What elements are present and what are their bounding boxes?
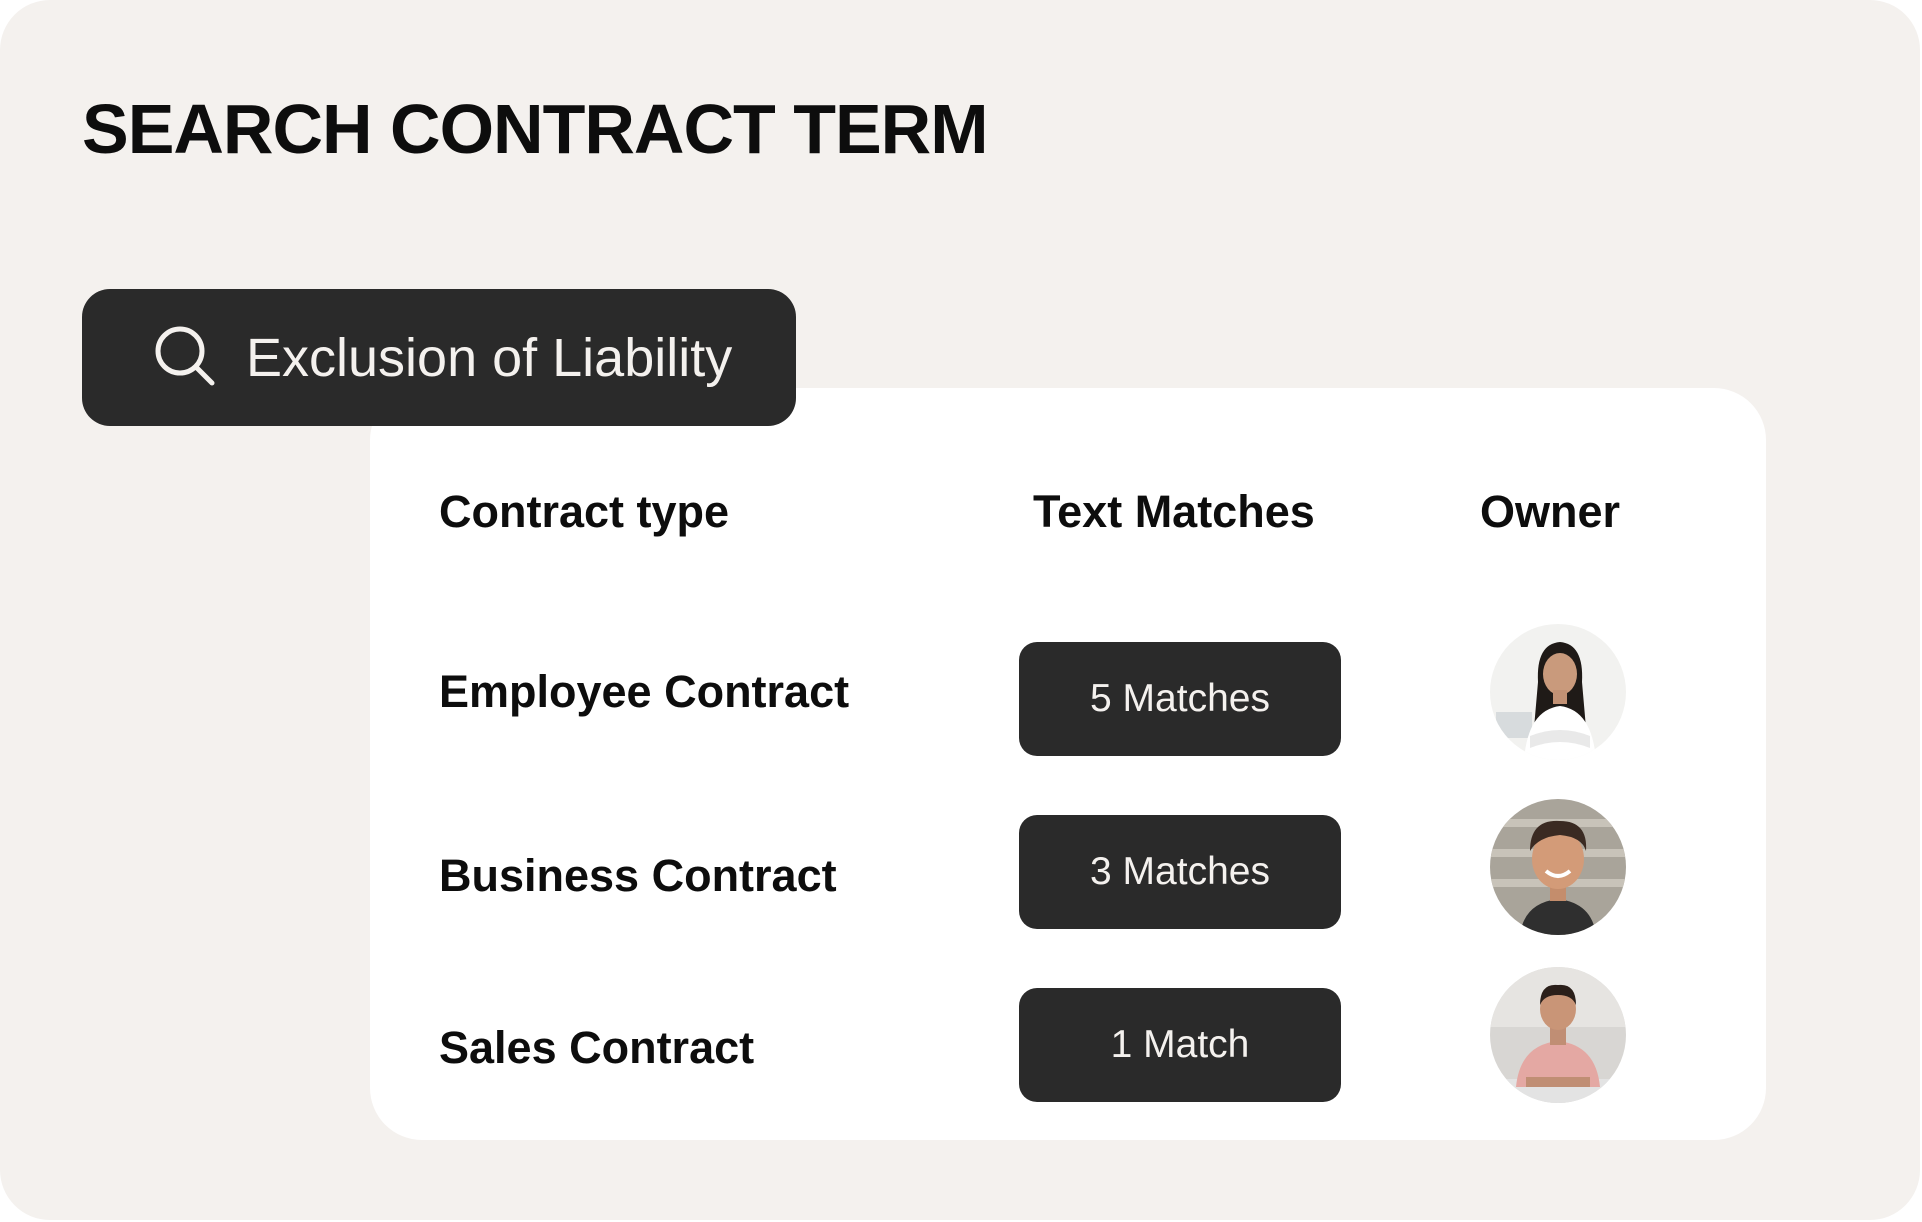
column-header-contract-type: Contract type xyxy=(439,486,730,537)
search-query[interactable]: Exclusion of Liability xyxy=(246,289,732,426)
column-header-text-matches: Text Matches xyxy=(1033,486,1315,537)
woman-avatar-icon xyxy=(1490,624,1626,760)
matches-button-business[interactable]: 3 Matches xyxy=(1019,815,1341,929)
contract-type-employee[interactable]: Employee Contract xyxy=(439,664,849,720)
matches-button-sales[interactable]: 1 Match xyxy=(1019,988,1341,1102)
man-avatar-icon xyxy=(1490,967,1626,1103)
contract-type-business[interactable]: Business Contract xyxy=(439,848,837,904)
owner-avatar-business[interactable] xyxy=(1490,799,1626,935)
search-bar[interactable]: Exclusion of Liability xyxy=(82,289,796,426)
page-background: SEARCH CONTRACT TERM Exclusion of Liabil… xyxy=(0,0,1920,1220)
owner-avatar-sales[interactable] xyxy=(1490,967,1626,1103)
search-icon xyxy=(152,323,218,389)
column-header-owner: Owner xyxy=(1480,486,1621,537)
man-avatar-icon xyxy=(1490,799,1626,935)
owner-avatar-employee[interactable] xyxy=(1490,624,1626,760)
contract-type-sales[interactable]: Sales Contract xyxy=(439,1020,754,1076)
matches-button-employee[interactable]: 5 Matches xyxy=(1019,642,1341,756)
page-title: SEARCH CONTRACT TERM xyxy=(82,90,989,168)
